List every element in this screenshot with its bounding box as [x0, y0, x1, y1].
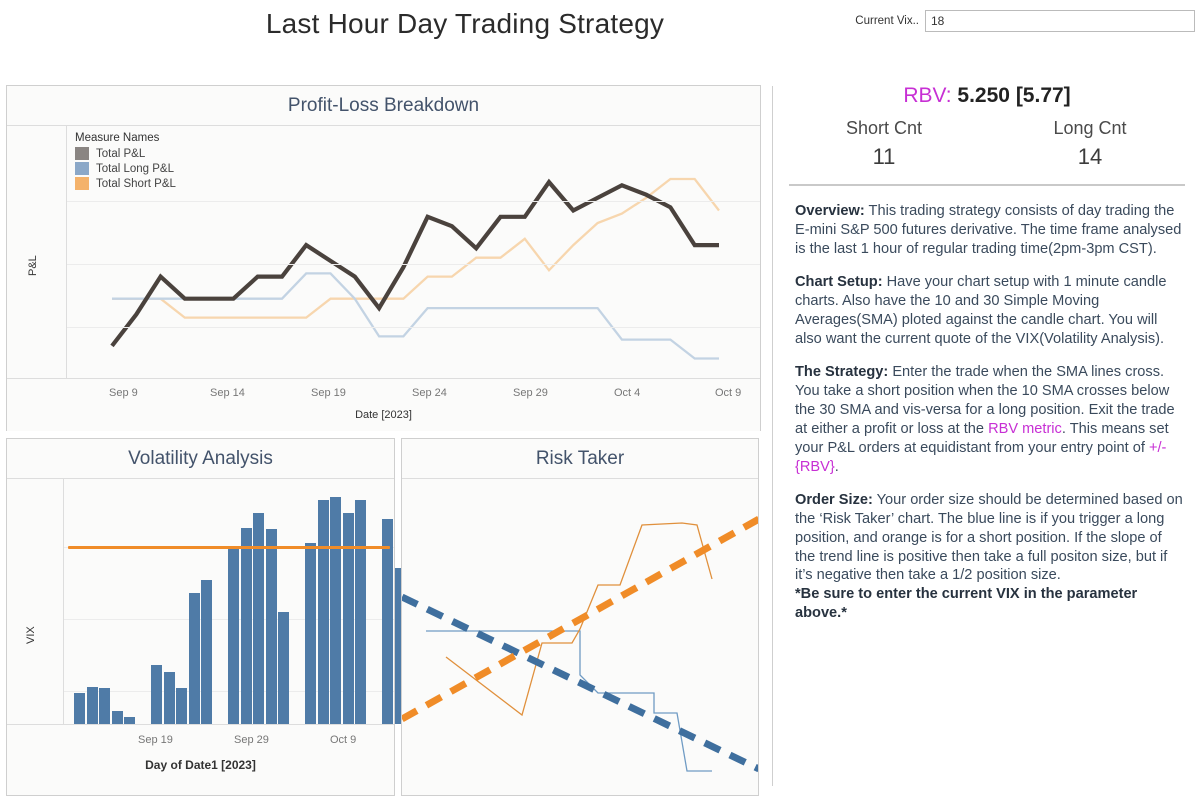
vol-bar[interactable] — [382, 518, 393, 724]
rbv-bracket-value: [5.77] — [1015, 84, 1071, 107]
order-size-heading: Order Size: — [795, 491, 873, 508]
order-size-note: *Be sure to enter the current VIX in the… — [795, 586, 1138, 622]
pl-x-tick: Sep 14 — [210, 387, 245, 399]
legend-title: Measure Names — [75, 132, 160, 144]
vertical-divider — [772, 86, 773, 786]
vol-bar[interactable] — [342, 512, 354, 724]
pl-x-tick: Sep 9 — [109, 387, 138, 399]
dashboard-title: Last Hour Day Trading Strategy — [265, 8, 665, 39]
vol-x-axis-title: Day of Date1 [2023] — [145, 758, 256, 772]
vol-bar[interactable] — [151, 665, 162, 724]
risk-taker-svg — [402, 515, 758, 773]
pl-legend: Measure Names Total P&L Total Long P&L T… — [75, 132, 176, 192]
strategy-heading: The Strategy: — [795, 363, 889, 380]
vol-bars-container — [64, 479, 419, 724]
current-vix-label: Current Vix.. — [855, 15, 919, 27]
strategy-info-panel: RBV: 5.250 [5.77] Short Cnt 11 Long Cnt … — [781, 80, 1193, 792]
pl-x-tick-row: Sep 9 Sep 14 Sep 19 Sep 24 Sep 29 Oct 4 Oct 9 — [66, 387, 760, 403]
chart-setup-paragraph: Chart Setup: Have your chart setup with … — [795, 273, 1183, 349]
pl-gridline — [67, 264, 760, 265]
pl-x-tick: Sep 24 — [412, 387, 447, 399]
risk-taker-chart[interactable] — [402, 479, 758, 795]
legend-swatch-total-pl — [75, 147, 89, 160]
vol-bar[interactable] — [176, 688, 188, 724]
vol-x-tick: Sep 29 — [234, 734, 269, 746]
long-count-value: 14 — [1077, 144, 1103, 169]
vol-plot-area[interactable] — [63, 479, 419, 724]
current-vix-parameter[interactable]: Current Vix.. — [855, 10, 1195, 32]
strategy-paragraph: The Strategy: Enter the trade when the S… — [795, 363, 1183, 477]
long-count-cell: Long Cnt 14 — [987, 118, 1193, 170]
vol-bar[interactable] — [240, 528, 252, 724]
vol-bar[interactable] — [355, 500, 367, 724]
chart-setup-heading: Chart Setup: — [795, 273, 883, 290]
vol-x-tick: Sep 19 — [138, 734, 173, 746]
profit-loss-chart[interactable]: P&L 20 10 0 Measure Names Total P&L Tota… — [7, 126, 760, 431]
profit-loss-breakdown-panel: Profit-Loss Breakdown P&L 20 10 0 Measur… — [6, 85, 761, 431]
pl-x-tick: Oct 4 — [614, 387, 641, 399]
legend-swatch-total-long-pl — [75, 162, 89, 175]
volatility-chart[interactable]: VIX 18 16 14 Sep 19Sep 29Oct 9 Day of Da… — [7, 479, 419, 795]
vol-y-axis-title: VIX — [25, 626, 37, 644]
vol-reference-line — [68, 546, 390, 549]
strategy-description: Overview: This trading strategy consists… — [795, 202, 1183, 623]
risk-taker-panel-title: Risk Taker — [402, 439, 758, 479]
vol-x-axis: Sep 19 Sep 29 Oct 9 Day of Date1 [2023] — [7, 724, 394, 795]
current-vix-input[interactable] — [925, 10, 1195, 32]
volatility-panel-title: Volatility Analysis — [7, 439, 394, 479]
legend-label: Total Long P&L — [96, 162, 175, 175]
rbv-value: 5.250 — [957, 84, 1010, 107]
vol-bar[interactable] — [228, 547, 239, 724]
pl-plot-area[interactable]: Measure Names Total P&L Total Long P&L T… — [66, 126, 760, 378]
legend-item-total-short-pl[interactable]: Total Short P&L — [75, 177, 176, 190]
legend-label: Total Short P&L — [96, 177, 176, 190]
order-size-paragraph: Order Size: Your order size should be de… — [795, 491, 1183, 624]
pl-x-axis: Sep 9 Sep 14 Sep 19 Sep 24 Sep 29 Oct 4 Oct 9 … — [7, 378, 760, 431]
vol-bar[interactable] — [188, 593, 200, 724]
vol-bar[interactable] — [305, 542, 316, 724]
vol-bar[interactable] — [99, 688, 111, 724]
legend-swatch-total-short-pl — [75, 177, 89, 190]
legend-label: Total P&L — [96, 147, 146, 160]
vol-bar[interactable] — [265, 529, 277, 724]
legend-item-total-pl[interactable]: Total P&L — [75, 147, 176, 160]
risk-taker-panel: Risk Taker — [401, 438, 759, 796]
profit-loss-panel-title: Profit-Loss Breakdown — [7, 86, 760, 126]
overview-paragraph: Overview: This trading strategy consists… — [795, 202, 1183, 259]
vol-bar[interactable] — [317, 500, 329, 724]
vol-bar[interactable] — [330, 497, 342, 724]
pl-x-tick: Sep 29 — [513, 387, 548, 399]
vol-bar[interactable] — [124, 716, 136, 724]
risk-long-series — [426, 630, 712, 772]
counts-row: Short Cnt 11 Long Cnt 14 — [781, 118, 1193, 170]
pl-gridline — [67, 201, 760, 202]
vol-bar[interactable] — [86, 686, 98, 724]
short-count-label: Short Cnt — [845, 118, 923, 138]
pl-x-tick: Oct 9 — [715, 387, 742, 399]
vol-bar[interactable] — [253, 512, 265, 724]
strategy-text-3: . — [834, 458, 839, 475]
vol-x-tick: Oct 9 — [330, 734, 357, 746]
horizontal-rule — [789, 184, 1185, 186]
vol-bar[interactable] — [201, 580, 213, 724]
rbv-metric-link[interactable]: RBV metric — [988, 421, 1062, 437]
vol-bar[interactable] — [163, 672, 175, 724]
pl-x-axis-title: Date [2023] — [355, 409, 412, 421]
vol-bar[interactable] — [111, 710, 123, 724]
rbv-metric-line: RBV: 5.250 [5.77] — [781, 84, 1193, 108]
pl-gridline — [67, 327, 760, 328]
vol-bar[interactable] — [278, 611, 290, 724]
long-count-label: Long Cnt — [1053, 118, 1127, 138]
overview-heading: Overview: — [795, 203, 865, 219]
vol-bar[interactable] — [74, 692, 85, 724]
vol-x-tick-row: Sep 19 Sep 29 Oct 9 — [63, 734, 394, 750]
volatility-analysis-panel: Volatility Analysis VIX 18 16 14 Sep 19S… — [6, 438, 419, 796]
rbv-label: RBV: — [903, 84, 952, 107]
short-count-value: 11 — [872, 144, 896, 169]
pl-y-axis-title: P&L — [27, 255, 39, 276]
short-count-cell: Short Cnt 11 — [781, 118, 987, 170]
legend-item-total-long-pl[interactable]: Total Long P&L — [75, 162, 176, 175]
pl-x-tick: Sep 19 — [311, 387, 346, 399]
